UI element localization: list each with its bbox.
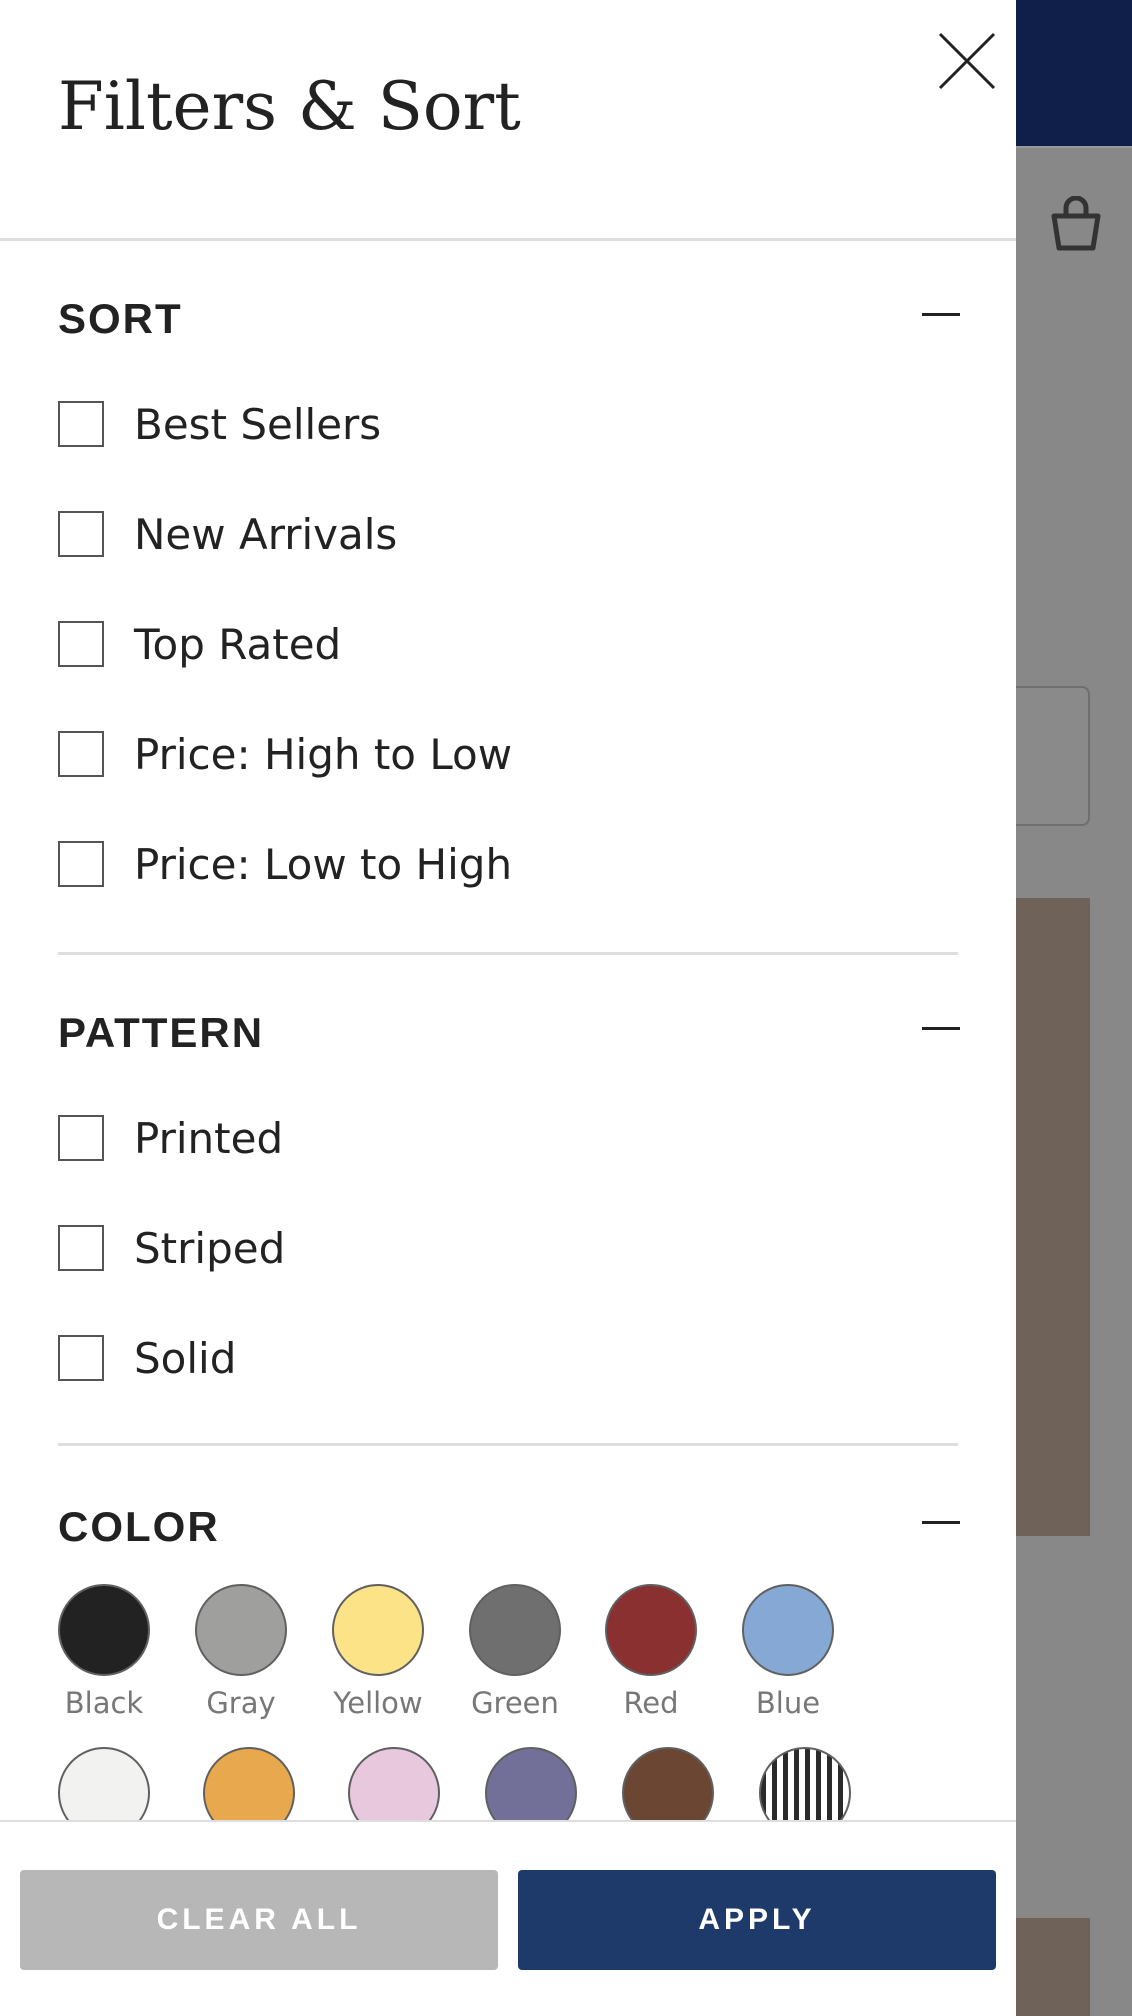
swatch-dot[interactable] — [348, 1747, 440, 1821]
background-product-image — [1016, 898, 1090, 1536]
color-swatch-yellow[interactable]: Yellow — [332, 1584, 424, 1720]
sort-option-best-sellers[interactable]: Best Sellers — [58, 399, 381, 449]
option-label: Best Sellers — [134, 399, 382, 449]
color-swatch-blue[interactable]: Blue — [742, 1584, 834, 1720]
pattern-collapse-minus-icon[interactable] — [922, 1013, 960, 1043]
pattern-option-printed[interactable]: Printed — [58, 1113, 283, 1163]
swatch-label: Blue — [755, 1686, 821, 1720]
swatch-dot[interactable] — [58, 1584, 150, 1676]
section-divider — [58, 1443, 958, 1446]
swatch-dot[interactable] — [195, 1584, 287, 1676]
swatch-label: Green — [471, 1686, 559, 1720]
option-label: Striped — [134, 1223, 286, 1273]
color-swatch-striped-pattern[interactable] — [759, 1747, 851, 1821]
sort-collapse-minus-icon[interactable] — [922, 299, 960, 329]
background-search-box — [1016, 686, 1090, 826]
option-label: Top Rated — [134, 619, 342, 669]
filters-scroll-area[interactable]: SORT Best Sellers New Arrivals Top Rated… — [0, 241, 1016, 1821]
checkbox[interactable] — [58, 511, 104, 557]
color-swatch-orange[interactable] — [203, 1747, 295, 1821]
checkbox[interactable] — [58, 621, 104, 667]
swatch-dot[interactable] — [469, 1584, 561, 1676]
close-icon[interactable] — [936, 30, 998, 92]
swatch-label: Yellow — [333, 1686, 423, 1720]
swatch-label: Black — [64, 1686, 144, 1720]
shopping-bag-icon — [1046, 195, 1106, 256]
color-swatch-purple[interactable] — [485, 1747, 577, 1821]
sort-option-price-low-high[interactable]: Price: Low to High — [58, 839, 512, 889]
swatch-dot[interactable] — [58, 1747, 150, 1821]
checkbox[interactable] — [58, 401, 104, 447]
color-swatch-red[interactable]: Red — [605, 1584, 697, 1720]
color-swatch-black[interactable]: Black — [58, 1584, 150, 1720]
swatch-label: Gray — [206, 1686, 276, 1720]
color-heading: COLOR — [58, 1503, 220, 1550]
page-header — [1016, 0, 1132, 146]
apply-button[interactable]: APPLY — [518, 1870, 996, 1970]
swatch-dot[interactable] — [605, 1584, 697, 1676]
checkbox[interactable] — [58, 1225, 104, 1271]
drawer-footer: CLEAR ALL APPLY — [0, 1820, 1016, 2016]
option-label: Price: High to Low — [134, 729, 513, 779]
option-label: Price: Low to High — [134, 839, 513, 889]
swatch-dot[interactable] — [485, 1747, 577, 1821]
pattern-option-solid[interactable]: Solid — [58, 1333, 236, 1383]
pattern-heading: PATTERN — [58, 1009, 265, 1056]
checkbox[interactable] — [58, 731, 104, 777]
section-divider — [58, 952, 958, 955]
drawer-title: Filters & Sort — [58, 68, 521, 145]
swatch-dot[interactable] — [203, 1747, 295, 1821]
sort-option-top-rated[interactable]: Top Rated — [58, 619, 341, 669]
sort-option-price-high-low[interactable]: Price: High to Low — [58, 729, 512, 779]
swatch-label: Red — [623, 1686, 679, 1720]
color-swatch-white[interactable] — [58, 1747, 150, 1821]
clear-all-button[interactable]: CLEAR ALL — [20, 1870, 498, 1970]
color-swatch-green[interactable]: Green — [469, 1584, 561, 1720]
option-label: Solid — [134, 1333, 237, 1383]
sort-option-new-arrivals[interactable]: New Arrivals — [58, 509, 397, 559]
checkbox[interactable] — [58, 1335, 104, 1381]
option-label: New Arrivals — [134, 509, 398, 559]
filters-drawer: Filters & Sort SORT Best Sellers New Arr… — [0, 0, 1016, 2016]
checkbox[interactable] — [58, 841, 104, 887]
pattern-option-striped[interactable]: Striped — [58, 1223, 285, 1273]
swatch-dot[interactable] — [622, 1747, 714, 1821]
color-collapse-minus-icon[interactable] — [922, 1507, 960, 1537]
swatch-dot[interactable] — [742, 1584, 834, 1676]
checkbox[interactable] — [58, 1115, 104, 1161]
color-swatch-pink[interactable] — [348, 1747, 440, 1821]
swatch-dot[interactable] — [759, 1747, 851, 1821]
header-divider — [1016, 146, 1132, 148]
background-product-image — [1016, 1918, 1090, 2016]
swatch-dot[interactable] — [332, 1584, 424, 1676]
color-swatch-gray[interactable]: Gray — [195, 1584, 287, 1720]
sort-heading: SORT — [58, 295, 183, 342]
option-label: Printed — [134, 1113, 284, 1163]
color-swatch-brown[interactable] — [622, 1747, 714, 1821]
